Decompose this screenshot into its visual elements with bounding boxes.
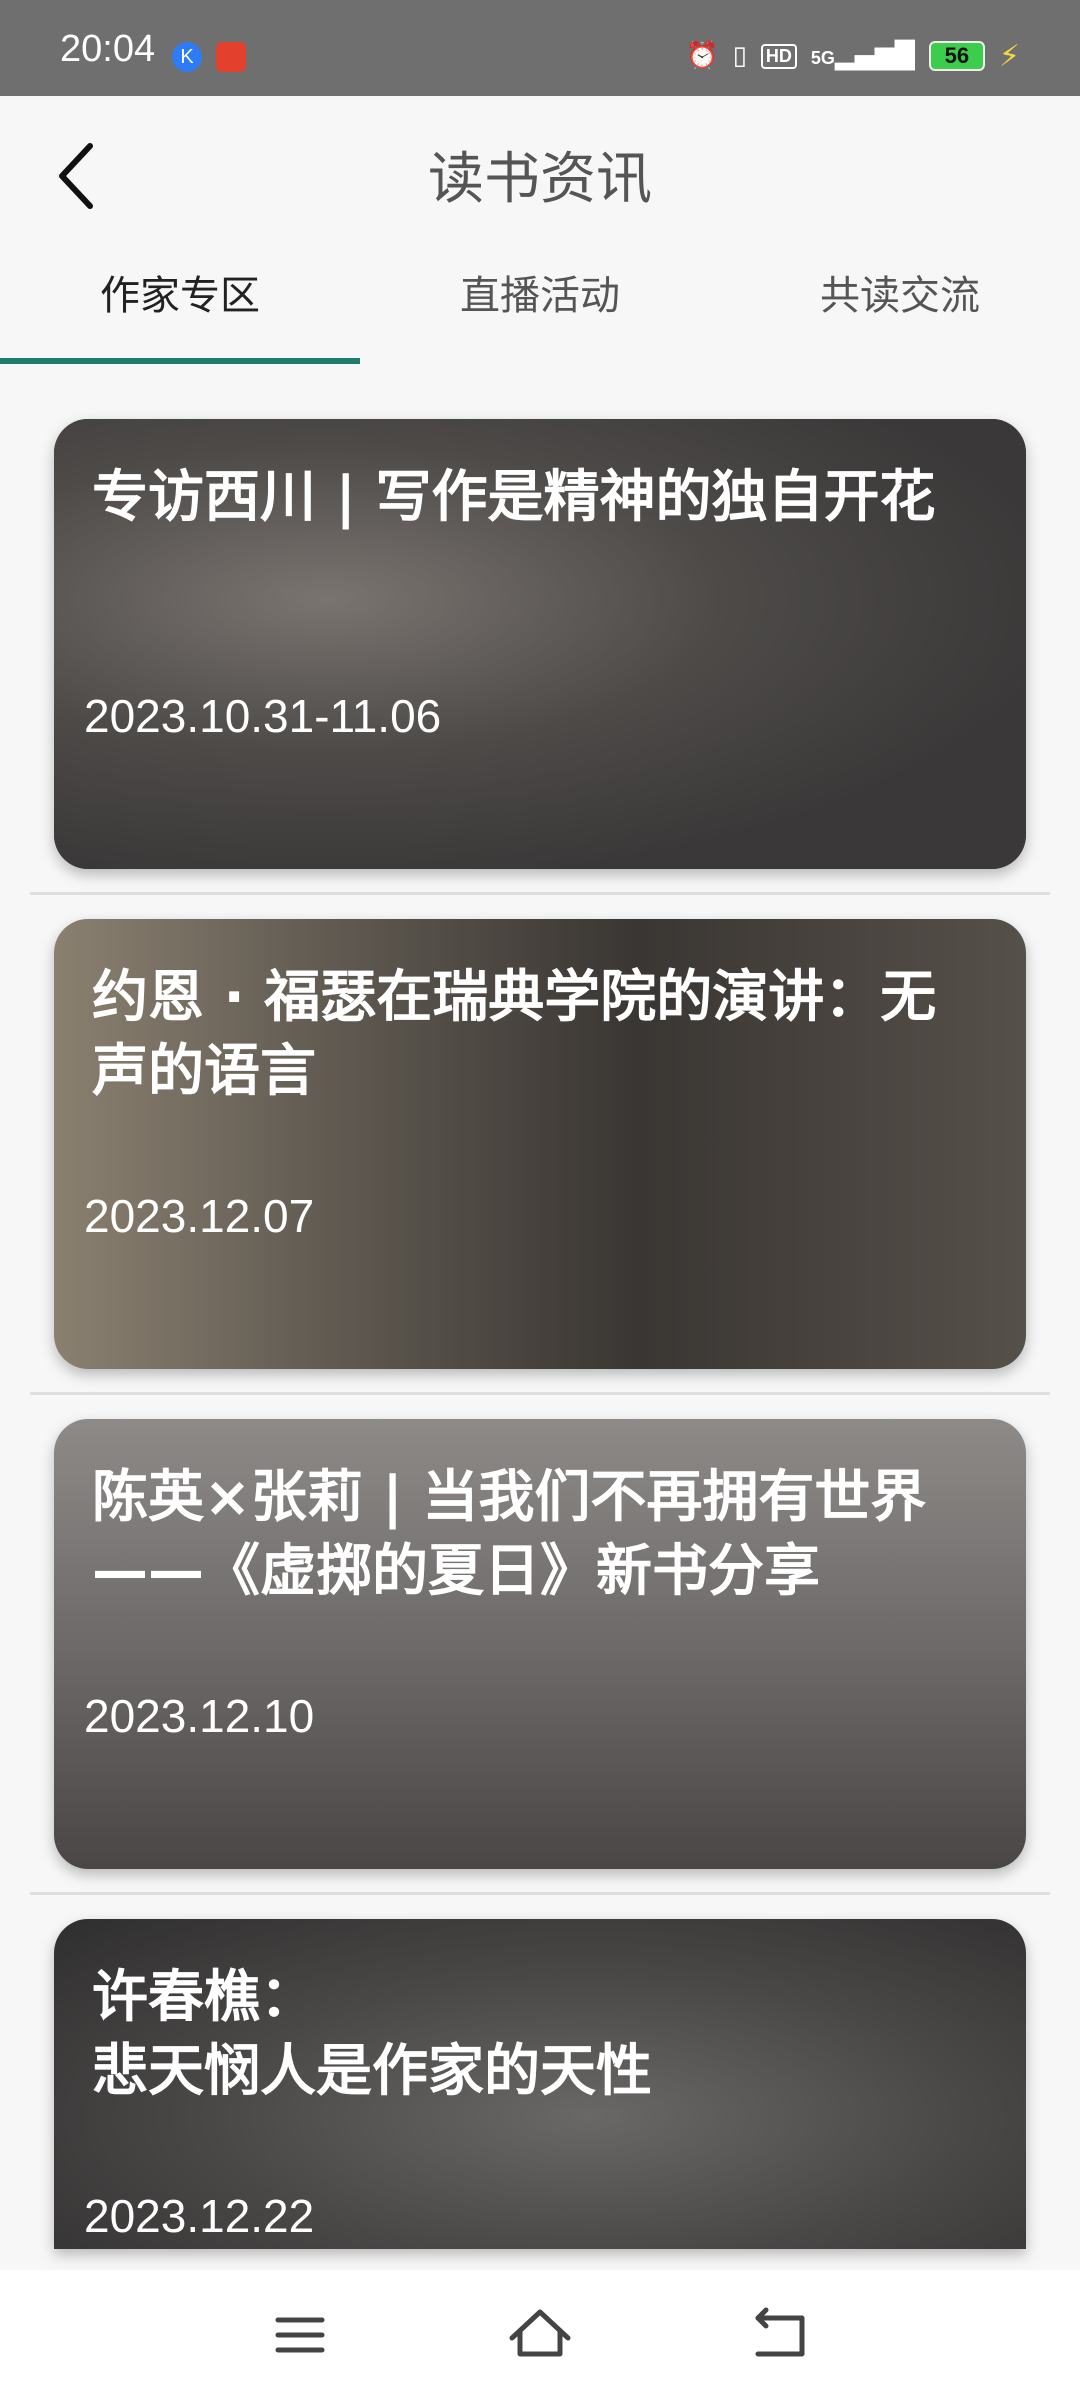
- back-nav-button[interactable]: [740, 2300, 820, 2370]
- alarm-icon: ⏰: [686, 41, 719, 71]
- article-title: 专访西川 | 写作是精神的独自开花: [92, 465, 936, 530]
- status-bar: 20:04 K ⏰ ▯ HD 5G▂▄▆█ 56 ⚡: [0, 0, 1080, 96]
- vibrate-icon: ▯: [732, 41, 747, 71]
- article-card[interactable]: 专访西川 | 写作是精神的独自开花 2023.10.31-11.06: [54, 419, 1026, 869]
- article-title: 陈英×张莉 | 当我们不再拥有世界——《虚掷的夏日》新书分享: [92, 1465, 927, 1604]
- tab-writers[interactable]: 作家专区: [0, 246, 360, 366]
- tab-live[interactable]: 直播活动: [360, 246, 720, 366]
- system-nav-bar: [0, 2270, 1080, 2400]
- tab-indicator: [0, 358, 360, 364]
- article-title: 约恩 · 福瑟在瑞典学院的演讲：无声的语言: [92, 965, 937, 1104]
- article-card[interactable]: 约恩 · 福瑟在瑞典学院的演讲：无声的语言 2023.12.07: [54, 919, 1026, 1369]
- app-header: 读书资讯: [0, 96, 1080, 246]
- article-card[interactable]: 许春樵： 悲天悯人是作家的天性 2023.12.22: [54, 1919, 1026, 2249]
- hd-icon: HD: [760, 43, 797, 69]
- list-item: 许春樵： 悲天悯人是作家的天性 2023.12.22: [0, 1895, 1080, 2249]
- signal-icon: 5G▂▄▆█: [810, 41, 915, 71]
- back-nav-icon: [755, 2307, 805, 2357]
- status-indicators: ⏰ ▯ HD 5G▂▄▆█ 56 ⚡: [686, 38, 1020, 74]
- status-time: 20:04: [60, 28, 156, 70]
- battery-icon: 56: [928, 41, 985, 71]
- network-type: 5G: [810, 48, 835, 68]
- list-item: 约恩 · 福瑟在瑞典学院的演讲：无声的语言 2023.12.07: [0, 895, 1080, 1395]
- article-date: 2023.12.07: [84, 1190, 315, 1242]
- article-date: 2023.12.22: [84, 2190, 315, 2242]
- article-date: 2023.10.31-11.06: [84, 690, 442, 742]
- home-icon: [509, 2309, 571, 2357]
- menu-button[interactable]: [260, 2300, 340, 2370]
- article-date: 2023.12.10: [84, 1690, 315, 1742]
- article-title: 许春樵： 悲天悯人是作家的天性: [92, 1965, 652, 2104]
- charging-icon: ⚡: [998, 38, 1020, 74]
- page-title: 读书资讯: [428, 147, 652, 212]
- list-item: 陈英×张莉 | 当我们不再拥有世界——《虚掷的夏日》新书分享 2023.12.1…: [0, 1395, 1080, 1895]
- menu-icon: [275, 2317, 325, 2353]
- tab-bar: 作家专区 直播活动 共读交流: [0, 246, 1080, 366]
- app-notification-icon: [216, 42, 246, 72]
- article-card[interactable]: 陈英×张莉 | 当我们不再拥有世界——《虚掷的夏日》新书分享 2023.12.1…: [54, 1419, 1026, 1869]
- list-item: 专访西川 | 写作是精神的独自开花 2023.10.31-11.06: [0, 395, 1080, 895]
- k-app-icon: K: [172, 42, 202, 72]
- tab-reading-club[interactable]: 共读交流: [720, 246, 1080, 366]
- home-button[interactable]: [500, 2300, 580, 2370]
